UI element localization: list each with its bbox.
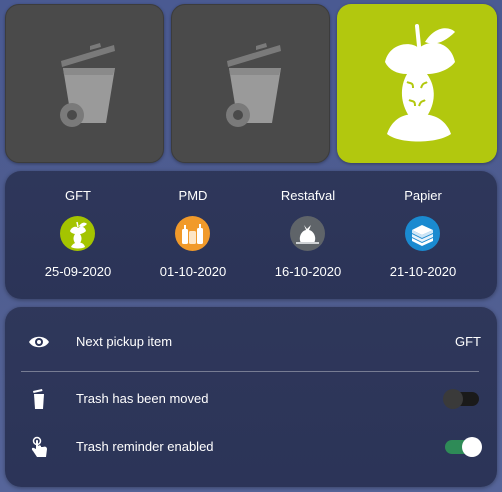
schedule-label: PMD <box>178 188 208 203</box>
trash-moved-row[interactable]: Trash has been moved <box>5 384 497 414</box>
toggle-knob <box>443 389 463 409</box>
schedule-date: 01-10-2020 <box>159 264 227 279</box>
trash-bin-tile-2[interactable] <box>171 4 330 163</box>
trash-moved-toggle[interactable] <box>443 389 479 409</box>
trash-bin-tile-1[interactable] <box>5 4 164 163</box>
reminder-row[interactable]: Trash reminder enabled <box>5 432 497 462</box>
apple-core-icon <box>60 216 95 251</box>
next-pickup-row[interactable]: Next pickup item GFT <box>5 327 497 357</box>
row-label: Next pickup item <box>76 334 173 349</box>
row-label: Trash has been moved <box>76 391 209 406</box>
schedule-label: Restafval <box>280 188 336 203</box>
trash-bin-icon <box>60 43 115 127</box>
garbage-bag-icon <box>290 216 325 251</box>
eye-icon <box>27 331 51 353</box>
toggle-knob <box>462 437 482 457</box>
trash-bin-icon <box>226 43 281 127</box>
schedule-date: 25-09-2020 <box>44 264 112 279</box>
reminder-toggle[interactable] <box>445 437 482 457</box>
schedule-label: GFT <box>65 188 91 203</box>
gesture-tap-icon <box>27 436 51 458</box>
gft-tile[interactable] <box>337 4 497 163</box>
entities-card: Next pickup item GFT Trash has been move… <box>5 307 497 487</box>
bottles-icon <box>175 216 210 251</box>
pickup-schedule-card: GFT 25-09-2020 PMD 01-10-2020 Restafval … <box>5 171 497 299</box>
apple-core-icon <box>385 24 455 142</box>
schedule-date: 16-10-2020 <box>274 264 342 279</box>
divider <box>21 371 479 372</box>
row-value: GFT <box>455 334 481 349</box>
row-label: Trash reminder enabled <box>76 439 214 454</box>
schedule-label: Papier <box>404 188 442 203</box>
schedule-date: 21-10-2020 <box>389 264 457 279</box>
paper-stack-icon <box>405 216 440 251</box>
trash-can-icon <box>27 388 51 410</box>
